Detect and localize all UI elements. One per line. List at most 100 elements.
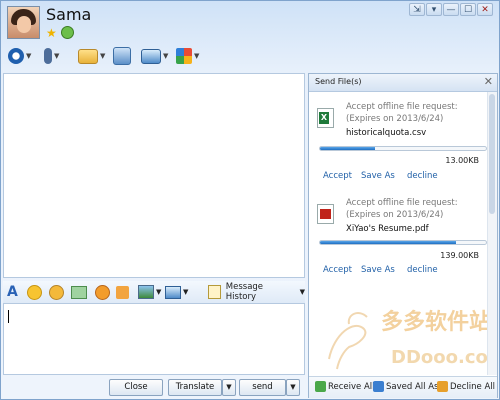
panel-title: Send File(s) [315,77,362,86]
menu-dropdown-icon[interactable]: ▾ [426,3,442,16]
file-request-text: Accept offline file request: [346,102,458,112]
voice-call-button[interactable]: ▼ [44,46,59,66]
screen-share-icon [141,48,161,64]
save-all-button[interactable]: Saved All As [373,381,438,392]
close-icon[interactable]: ✕ [484,75,493,88]
decline-all-button[interactable]: Decline All [437,381,495,392]
restore-icon[interactable]: ⇲ [409,3,425,16]
emoticon-alt-button[interactable] [49,284,64,300]
status-icon [61,26,74,39]
chevron-down-icon: ▼ [54,52,60,60]
chat-transcript[interactable] [3,73,305,278]
action-toolbar: ▼ ▼ ▼ ▼ ▼ [6,46,246,68]
video-call-button[interactable]: ▼ [8,46,31,66]
close-button[interactable]: Close [109,379,163,396]
transfer-progress-bar [319,240,487,245]
file-name: XiYao's Resume.pdf [346,224,429,234]
contact-avatar[interactable] [7,6,40,39]
video-call-icon [8,48,24,64]
save-as-link[interactable]: Save As [361,265,395,275]
magic-emoticon-button[interactable] [95,284,110,300]
screenshot-button[interactable]: ▼ [165,284,188,300]
chevron-down-icon: ▼ [163,52,169,60]
file-expiry-text: (Expires on 2013/6/24) [346,210,444,220]
save-as-link[interactable]: Save As [361,171,395,181]
gift-icon [116,285,129,299]
voice-call-icon [44,48,52,64]
file-name: historicalquota.csv [346,128,427,138]
decline-icon [437,381,448,392]
progress-fill [320,241,457,244]
decline-link[interactable]: decline [407,171,438,181]
translate-button[interactable]: Translate [168,379,222,396]
nudge-button[interactable] [71,284,87,300]
panel-footer: Receive All Saved All As Decline All [309,376,497,398]
file-transfer-item: Accept offline file request: (Expires on… [315,100,487,190]
receive-all-button[interactable]: Receive All [315,381,375,392]
chevron-down-icon: ▼ [290,383,296,391]
emoticon-button[interactable] [27,284,42,300]
close-window-button[interactable]: ✕ [477,3,493,16]
chevron-down-icon: ▼ [183,288,189,296]
chevron-down-icon: ▼ [226,383,232,391]
message-history-label: Message History [225,282,264,302]
site-watermark: 多多软件站 DDooo.com [328,309,489,370]
decline-link[interactable]: decline [407,265,438,275]
decline-all-label: Decline All [450,381,496,392]
image-icon [138,285,154,299]
chevron-down-icon: ▼ [194,52,200,60]
file-transfer-item: Accept offline file request: (Expires on… [315,196,487,286]
apps-button[interactable]: ▼ [176,46,199,66]
font-icon[interactable]: A [7,284,18,300]
receive-icon [315,381,326,392]
horse-logo-icon [328,312,368,370]
panel-header: Send File(s) ✕ [309,74,497,92]
message-input[interactable] [3,303,305,375]
chevron-down-icon: ▼ [26,52,32,60]
contact-name: Sama [46,5,92,24]
panel-scrollbar[interactable] [487,92,497,375]
progress-fill [320,147,375,150]
accept-link[interactable]: Accept [323,265,352,275]
chevron-down-icon: ▼ [156,288,162,296]
star-icon: ★ [46,26,57,40]
accept-link[interactable]: Accept [323,171,352,181]
chevron-down-icon: ▼ [100,52,106,60]
scrollbar-thumb[interactable] [489,94,495,214]
send-options-dropdown[interactable]: ▼ [286,379,300,396]
message-history-button[interactable]: Message History ▼ [208,282,305,302]
magic-icon [95,284,110,300]
translate-dropdown[interactable]: ▼ [222,379,236,396]
watermark-cn-text: 多多软件站 [381,309,489,335]
remote-assist-icon [113,47,131,65]
screenshot-icon [165,285,181,299]
saved-all-as-label: Saved All As [386,381,439,392]
send-file-button[interactable]: ▼ [78,46,105,66]
nudge-icon [71,285,87,299]
pdf-file-icon [317,204,334,224]
send-files-panel: Send File(s) ✕ Accept offline file reque… [308,73,498,398]
send-button[interactable]: send [239,379,286,396]
receive-all-label: Receive All [328,381,375,392]
folder-send-icon [78,48,98,64]
chat-window: Sama ★ ⇲ ▾ — ☐ ✕ ▼ ▼ ▼ ▼ ▼ A ▼ ▼ Message… [0,0,500,400]
transfer-progress-bar [319,146,487,151]
apps-grid-icon [176,48,192,64]
avatar-face [17,16,31,33]
file-request-text: Accept offline file request: [346,198,458,208]
maximize-button[interactable]: ☐ [460,3,476,16]
remote-assist-button[interactable] [113,46,131,66]
watermark-url-text: DDooo.com [391,347,489,368]
file-size: 139.00KB [440,251,479,260]
excel-file-icon [317,108,334,128]
minimize-button[interactable]: — [443,3,459,16]
format-toolbar: A ▼ ▼ Message History ▼ [3,281,305,303]
image-button[interactable]: ▼ [138,284,161,300]
smiley-icon [27,284,42,300]
history-icon [208,285,221,299]
screen-share-button[interactable]: ▼ [141,46,168,66]
file-size: 13.00KB [445,156,479,165]
gift-button[interactable] [116,284,129,300]
wink-icon [49,284,64,300]
chevron-down-icon: ▼ [299,288,305,296]
